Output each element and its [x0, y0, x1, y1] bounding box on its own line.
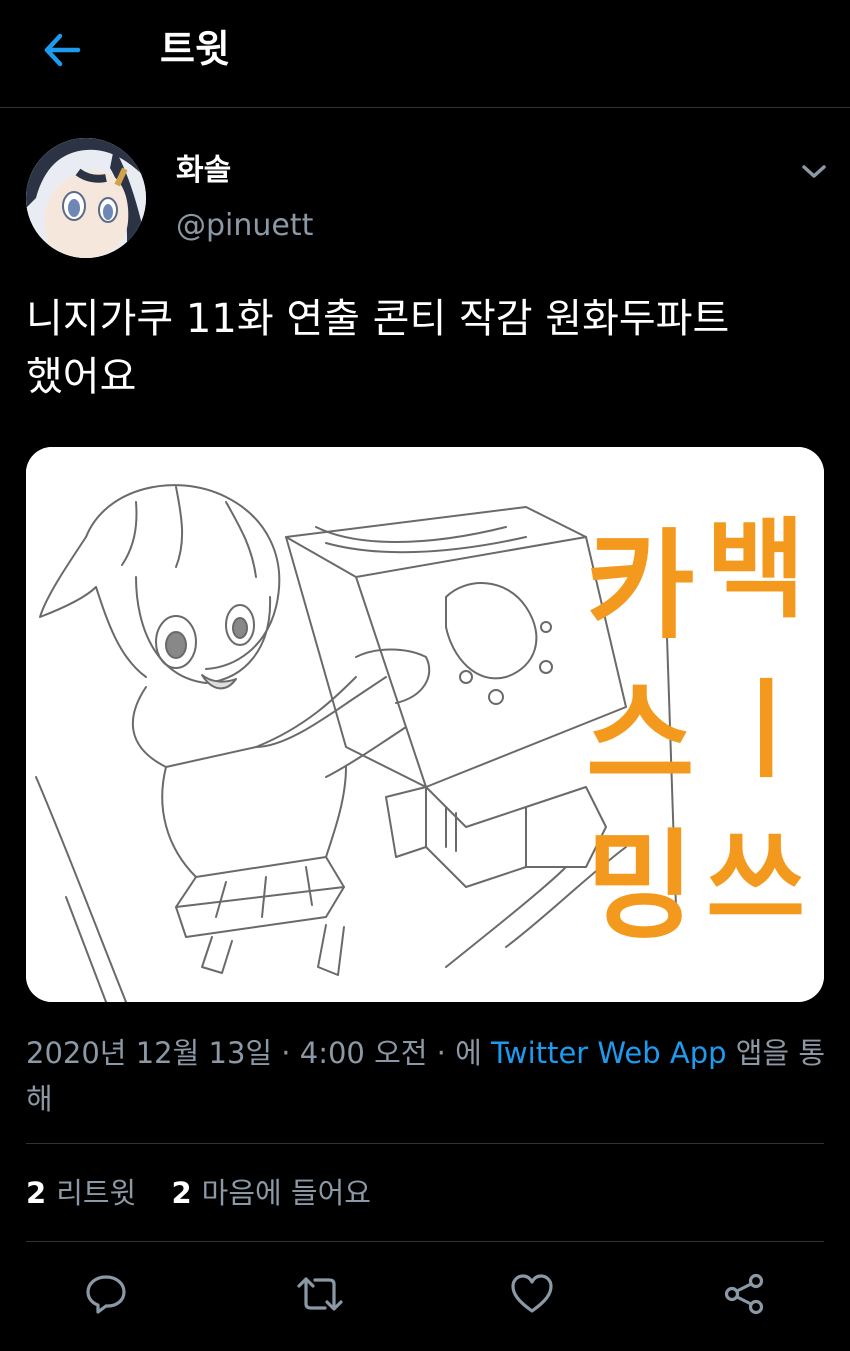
action-bar	[0, 1262, 850, 1326]
divider	[26, 1241, 824, 1242]
likes-label: 마음에 들어요	[201, 1176, 371, 1210]
tweet-text-line: 니지가쿠 11화 연출 콘티 작감 원화두파트	[26, 296, 730, 342]
svg-text:ㅣ: ㅣ	[716, 668, 815, 793]
svg-text:백: 백	[706, 508, 805, 633]
retweets-count: 2	[26, 1176, 47, 1210]
tweet-text: 니지가쿠 11화 연출 콘티 작감 원화두파트 했어요	[26, 290, 826, 406]
meta-separator: ·	[427, 1036, 456, 1070]
page-title: 트윗	[160, 27, 230, 71]
likes-count: 2	[171, 1176, 192, 1210]
tweet-time[interactable]: 4:00 오전	[300, 1036, 428, 1070]
author-display-name[interactable]: 화솔	[176, 152, 231, 190]
tweet-meta: 2020년 12월 13일 · 4:00 오전 · 에 Twitter Web …	[26, 1030, 826, 1122]
tweet-date[interactable]: 2020년 12월 13일	[26, 1036, 272, 1070]
svg-text:밍: 밍	[586, 817, 695, 955]
tweet-media-image[interactable]: 카 백 스 ㅣ 밍 쓰	[26, 447, 824, 1002]
svg-text:스: 스	[586, 667, 695, 805]
svg-text:카: 카	[586, 517, 695, 655]
tweet-stats: 2 리트윗 2 마음에 들어요	[26, 1170, 397, 1216]
meta-separator: ·	[272, 1036, 300, 1070]
back-button[interactable]	[38, 28, 86, 72]
like-button[interactable]	[500, 1262, 564, 1326]
retweets-stat[interactable]: 2 리트윗	[26, 1176, 136, 1210]
via-prefix: 에	[455, 1036, 492, 1070]
like-icon	[511, 1274, 553, 1313]
likes-stat[interactable]: 2 마음에 들어요	[171, 1176, 371, 1210]
tweet-text-line: 했어요	[26, 354, 137, 400]
share-button[interactable]	[712, 1262, 776, 1326]
avatar[interactable]	[26, 138, 146, 258]
chevron-down-icon	[802, 165, 826, 178]
retweets-label: 리트윗	[56, 1176, 137, 1210]
share-icon	[724, 1273, 764, 1315]
sketch-illustration: 카 백 스 ㅣ 밍 쓰	[26, 447, 824, 1002]
avatar-image	[26, 138, 146, 258]
svg-text:쓰: 쓰	[706, 818, 805, 943]
author-handle[interactable]: @pinuett	[176, 206, 313, 246]
retweet-icon	[297, 1277, 343, 1311]
top-bar: 트윗	[0, 0, 850, 108]
source-link[interactable]: Twitter Web App	[491, 1036, 727, 1070]
reply-icon	[86, 1275, 126, 1314]
divider	[26, 1143, 824, 1144]
reply-button[interactable]	[74, 1262, 138, 1326]
more-options-button[interactable]	[796, 154, 832, 190]
arrow-left-icon	[44, 33, 81, 67]
retweet-button[interactable]	[288, 1262, 352, 1326]
